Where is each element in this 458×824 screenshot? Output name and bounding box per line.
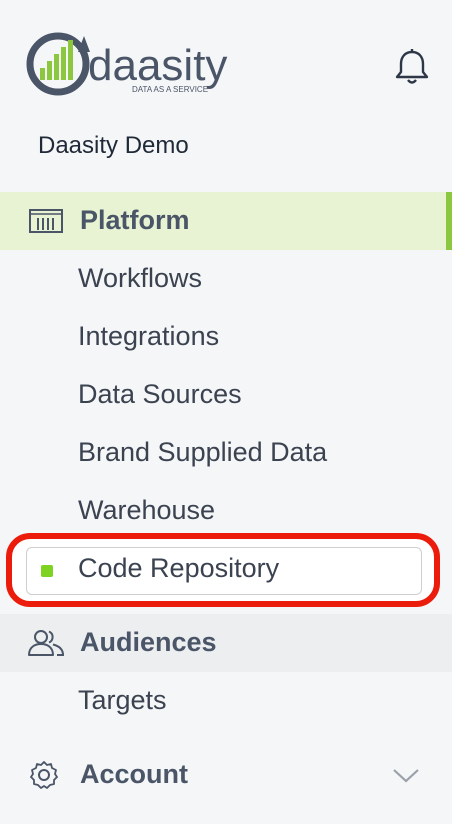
sidebar: daasity DATA AS A SERVICE Daasity Demo P… <box>0 0 452 824</box>
nav-section-platform[interactable]: Platform <box>0 192 452 250</box>
users-icon <box>26 628 66 658</box>
nav-section-account-label: Account <box>80 759 188 789</box>
nav-item-label: Data Sources <box>78 379 242 409</box>
nav-item-label: Code Repository <box>78 553 280 583</box>
logo-tagline: DATA AS A SERVICE <box>132 85 208 94</box>
chevron-down-icon[interactable] <box>392 766 420 786</box>
nav-item-brand-supplied-data[interactable]: Brand Supplied Data <box>0 424 452 482</box>
nav-item-warehouse[interactable]: Warehouse <box>0 482 452 540</box>
nav-item-label: Integrations <box>78 321 220 351</box>
nav-item-workflows[interactable]: Workflows <box>0 250 452 308</box>
nav-item-integrations[interactable]: Integrations <box>0 308 452 366</box>
nav-section-platform-label: Platform <box>80 205 190 235</box>
content-edge <box>452 0 458 824</box>
gear-icon <box>26 760 66 790</box>
logo-word: daasity <box>88 41 227 90</box>
nav-item-data-sources[interactable]: Data Sources <box>0 366 452 424</box>
nav-item-label: Warehouse <box>78 495 216 525</box>
nav-item-label: Brand Supplied Data <box>78 437 328 467</box>
nav-section-audiences[interactable]: Audiences <box>0 614 452 672</box>
nav-item-code-repository[interactable]: Code Repository <box>0 540 452 598</box>
nav-item-label: Workflows <box>78 263 203 293</box>
nav-item-label: Targets <box>78 685 167 715</box>
daasity-logo[interactable]: daasity DATA AS A SERVICE <box>24 30 234 102</box>
nav-item-targets[interactable]: Targets <box>0 672 452 730</box>
org-name[interactable]: Daasity Demo <box>38 132 189 160</box>
sidebar-header: daasity DATA AS A SERVICE Daasity Demo <box>0 0 452 192</box>
bell-icon[interactable] <box>394 48 430 86</box>
nav-section-account[interactable]: Account <box>0 746 452 804</box>
warehouse-icon <box>26 206 66 236</box>
nav-section-audiences-label: Audiences <box>80 627 217 657</box>
daasity-logo-mark: daasity DATA AS A SERVICE <box>26 32 227 96</box>
